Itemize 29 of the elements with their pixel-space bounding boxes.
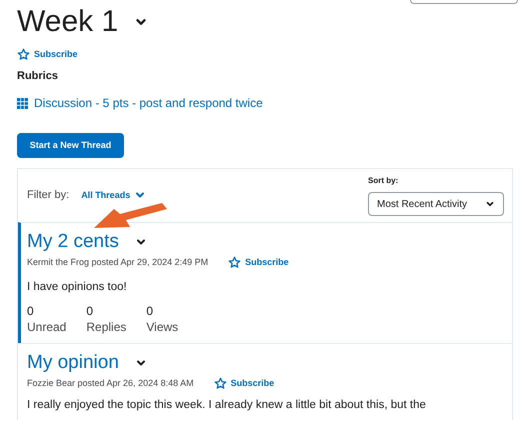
rubrics-heading: Rubrics: [17, 68, 59, 84]
thread-body: I really enjoyed the topic this week. I already knew a little bit about this, but the: [27, 398, 427, 412]
sort-label: Sort by:: [368, 175, 400, 187]
filter-label: Filter by:: [27, 188, 70, 203]
stat-count: 0: [27, 302, 35, 318]
thread-byline: Kermit the Frog posted Apr 29, 2024 2:49 PM: [27, 256, 208, 269]
stat-count: 0: [146, 302, 154, 318]
sort-select[interactable]: Most Recent Activity: [368, 192, 504, 216]
subscribe-link[interactable]: Subscribe: [17, 48, 78, 62]
filter-dropdown[interactable]: All Threads: [81, 188, 146, 202]
arrow-annotation-icon: [94, 203, 168, 229]
star-icon: [17, 48, 30, 62]
grid-icon: [17, 98, 28, 108]
thread-byline: Fozzie Bear posted Apr 26, 2024 8:48 AM: [27, 376, 194, 390]
stat-label: Replies: [86, 318, 126, 334]
start-new-thread-button[interactable]: Start a New Thread: [17, 133, 124, 158]
thread-title-link[interactable]: My opinion: [27, 352, 119, 374]
chevron-down-icon: [485, 199, 495, 209]
stat-count: 0: [86, 302, 94, 318]
stat-label: Views: [146, 318, 178, 334]
subscribe-link[interactable]: Subscribe: [214, 376, 274, 390]
topic-title: Week 1: [17, 4, 118, 40]
stat-label: Unread: [27, 318, 66, 334]
thread-title-link[interactable]: My 2 cents: [27, 231, 119, 253]
rubric-link[interactable]: Discussion - 5 pts - post and respond twice: [17, 94, 263, 112]
star-icon: [228, 256, 242, 270]
star-icon: [214, 376, 227, 390]
thread-body: I have opinions too!: [27, 280, 128, 294]
subscribe-link[interactable]: Subscribe: [228, 256, 289, 270]
